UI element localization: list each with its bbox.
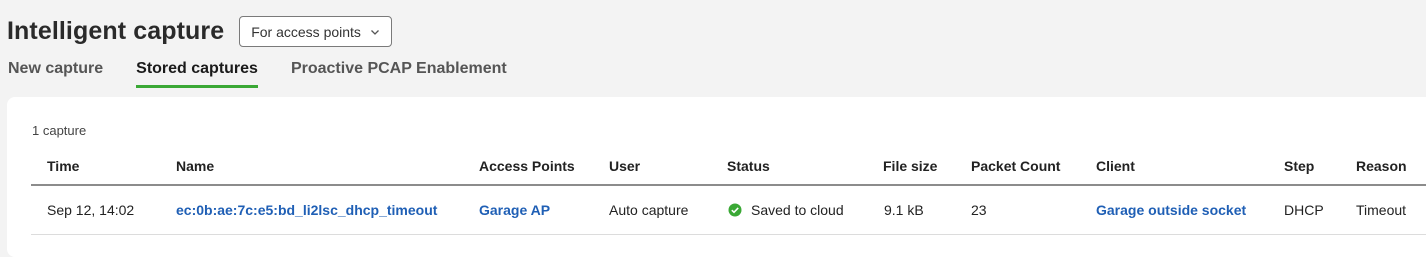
column-header-access-points[interactable]: Access Points — [479, 158, 575, 174]
page-header: Intelligent capture For access points — [7, 16, 392, 47]
scope-dropdown-value: For access points — [251, 23, 361, 40]
cell-packet-count: 23 — [971, 202, 987, 218]
column-header-time[interactable]: Time — [47, 158, 79, 174]
column-header-step[interactable]: Step — [1284, 158, 1314, 174]
page-title: Intelligent capture — [7, 17, 225, 45]
table-header: Time Name Access Points User Status File… — [31, 150, 1426, 186]
cell-status: Saved to cloud — [728, 202, 844, 218]
column-header-client[interactable]: Client — [1096, 158, 1135, 174]
check-circle-icon — [728, 203, 742, 217]
capture-count: 1 capture — [32, 123, 87, 138]
capture-tabs: New capture Stored captures Proactive PC… — [8, 60, 540, 88]
tab-stored-captures[interactable]: Stored captures — [136, 60, 258, 88]
tab-proactive-pcap[interactable]: Proactive PCAP Enablement — [291, 60, 507, 88]
table-row[interactable]: Sep 12, 14:02 ec:0b:ae:7c:e5:bd_li2lsc_d… — [31, 186, 1426, 235]
column-header-name[interactable]: Name — [176, 158, 214, 174]
column-header-status[interactable]: Status — [727, 158, 770, 174]
column-header-reason[interactable]: Reason — [1356, 158, 1407, 174]
column-header-packet-count[interactable]: Packet Count — [971, 158, 1060, 174]
cell-reason: Timeout — [1356, 202, 1407, 218]
status-text: Saved to cloud — [751, 202, 844, 218]
cell-user: Auto capture — [609, 202, 689, 218]
cell-step: DHCP — [1284, 202, 1324, 218]
cell-time: Sep 12, 14:02 — [47, 202, 135, 218]
cell-name-link[interactable]: ec:0b:ae:7c:e5:bd_li2lsc_dhcp_timeout — [176, 202, 437, 218]
chevron-down-icon — [370, 27, 380, 37]
column-header-user[interactable]: User — [609, 158, 640, 174]
scope-dropdown[interactable]: For access points — [239, 16, 392, 47]
column-header-file-size[interactable]: File size — [883, 158, 937, 174]
tab-new-capture[interactable]: New capture — [8, 60, 103, 88]
cell-access-point-link[interactable]: Garage AP — [479, 202, 550, 218]
cell-file-size: 9.1 kB — [884, 202, 924, 218]
cell-client-link[interactable]: Garage outside socket — [1096, 202, 1246, 218]
